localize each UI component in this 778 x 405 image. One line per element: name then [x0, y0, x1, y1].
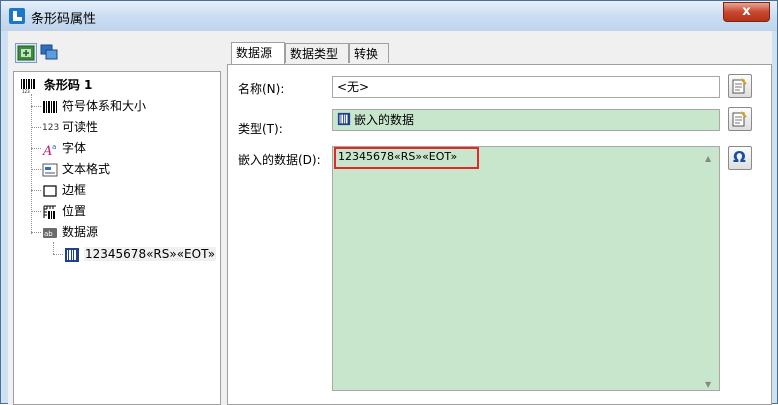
- tree-line: [31, 211, 41, 212]
- window-title: 条形码属性: [31, 12, 97, 27]
- data-source-icon: ab: [43, 227, 57, 238]
- omega-icon: Ω: [733, 148, 746, 166]
- tree-item-label: 字体: [62, 141, 87, 155]
- barcode-properties-dialog: 条形码属性 x 123 条形码 1 符号体系和大小 123 可读性 A a 字体…: [0, 0, 778, 405]
- tree-item-data-source[interactable]: ab 数据源: [42, 222, 98, 242]
- name-field[interactable]: <无>: [332, 76, 720, 98]
- expand-icon: [17, 45, 35, 61]
- expand-view-button[interactable]: [15, 43, 37, 63]
- tree-item-font[interactable]: A a 字体: [42, 138, 86, 158]
- tree-line: [31, 232, 41, 233]
- tab-data-source[interactable]: 数据源: [231, 42, 285, 64]
- tab-data-type[interactable]: 数据类型: [285, 43, 349, 63]
- windows-icon: [40, 44, 58, 60]
- name-edit-button[interactable]: [728, 74, 752, 98]
- tree-line: [31, 169, 41, 170]
- tab-conversion[interactable]: 转换: [349, 43, 389, 63]
- svg-text:ab: ab: [44, 230, 53, 238]
- app-logo-icon: [9, 8, 25, 24]
- tree-item-label: 位置: [62, 204, 87, 218]
- insert-special-char-button[interactable]: Ω: [728, 146, 752, 170]
- text-format-icon: [42, 163, 58, 176]
- title-bar[interactable]: 条形码属性 x: [1, 1, 777, 31]
- dialog-body: 123 条形码 1 符号体系和大小 123 可读性 A a 字体 文本格式 边框…: [8, 31, 772, 405]
- tree-item-label: 12345678«RS»«EOT»: [84, 247, 217, 261]
- svg-text:a: a: [52, 143, 56, 151]
- embedded-data-icon: [337, 112, 351, 126]
- tree-item-symbology[interactable]: 符号体系和大小: [42, 96, 146, 116]
- type-value: 嵌入的数据: [354, 113, 415, 127]
- name-label: 名称(N):: [238, 82, 285, 96]
- tree-line: [31, 148, 41, 149]
- tree-line: [53, 242, 54, 254]
- svg-text:A: A: [42, 144, 52, 157]
- type-edit-button[interactable]: [728, 107, 752, 131]
- tree-item-text-format[interactable]: 文本格式: [42, 159, 110, 179]
- left-pane: 123 条形码 1 符号体系和大小 123 可读性 A a 字体 文本格式 边框…: [8, 39, 221, 405]
- embedded-data-value: 12345678«RS»«EOT»: [338, 150, 458, 163]
- embedded-data-icon: [65, 247, 79, 262]
- close-button[interactable]: x: [723, 2, 770, 22]
- tree-item-label: 符号体系和大小: [62, 99, 147, 113]
- tree-item-readability[interactable]: 123 可读性: [42, 117, 98, 137]
- tree-item-embedded-data[interactable]: 12345678«RS»«EOT»: [64, 244, 217, 264]
- border-icon: [43, 184, 57, 197]
- property-tree[interactable]: 123 条形码 1 符号体系和大小 123 可读性 A a 字体 文本格式 边框…: [13, 71, 221, 405]
- barcode-icon: [43, 100, 57, 113]
- tree-line: [31, 106, 41, 107]
- font-icon: A a: [42, 143, 56, 157]
- tree-line: [31, 190, 41, 191]
- tree-line: [31, 94, 32, 234]
- right-pane: 数据源 数据类型 转换 名称(N): <无> 类型(T): 嵌入的数据 嵌入的数…: [227, 39, 772, 405]
- type-label: 类型(T):: [238, 122, 283, 136]
- type-field[interactable]: 嵌入的数据: [332, 109, 720, 131]
- tree-toolbar: [13, 43, 218, 67]
- scroll-down-icon[interactable]: ▼: [705, 375, 711, 395]
- window-view-button[interactable]: [39, 43, 61, 63]
- tree-item-position[interactable]: 位置: [42, 201, 86, 221]
- tree-line: [53, 254, 63, 255]
- scroll-up-icon[interactable]: ▲: [705, 149, 711, 169]
- tab-panel-data-source: 名称(N): <无> 类型(T): 嵌入的数据 嵌入的数据(D): 123456…: [227, 64, 772, 405]
- tree-root-label: 条形码 1: [43, 78, 93, 92]
- embedded-data-textarea[interactable]: 12345678«RS»«EOT» ▲ ▼: [332, 146, 720, 391]
- edit-icon: [732, 111, 747, 127]
- tree-item-label: 可读性: [62, 120, 99, 134]
- tree-item-label: 文本格式: [62, 162, 111, 176]
- tree-item-label: 数据源: [62, 225, 99, 239]
- tree-line: [31, 127, 41, 128]
- tree-item-label: 边框: [62, 183, 87, 197]
- position-icon: [43, 205, 56, 219]
- tree-item-border[interactable]: 边框: [42, 180, 86, 200]
- tree-root[interactable]: 123 条形码 1: [20, 75, 92, 95]
- readability-icon: 123: [42, 122, 60, 133]
- edit-icon: [732, 78, 747, 94]
- barcode-root-icon: 123: [21, 78, 35, 94]
- svg-text:123: 123: [22, 89, 30, 94]
- embedded-data-label: 嵌入的数据(D):: [238, 153, 321, 167]
